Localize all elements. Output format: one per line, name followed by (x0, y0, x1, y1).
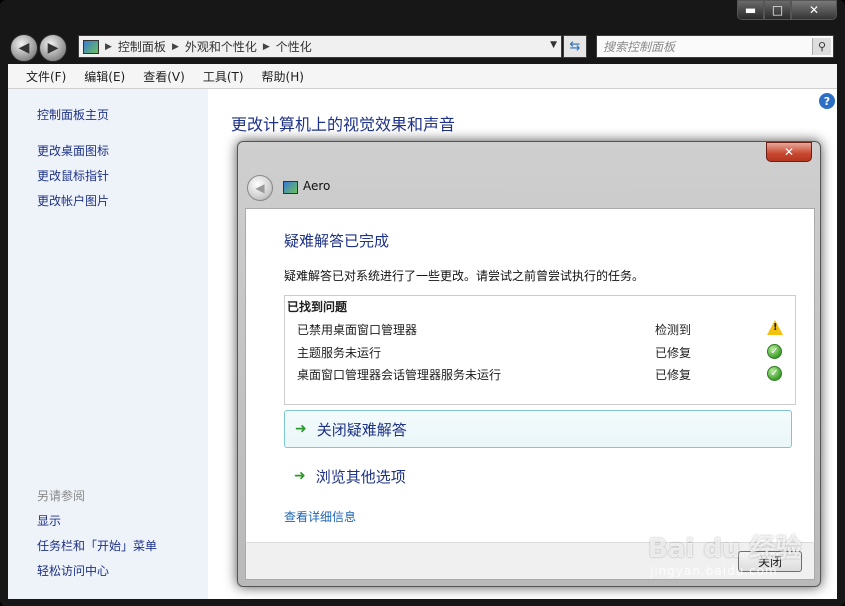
watermark-url: jingyan.baidu.com (650, 564, 778, 578)
sidebar-item-home[interactable]: 控制面板主页 (37, 106, 109, 123)
refresh-button[interactable]: ⇆ (563, 35, 587, 58)
page-title: 更改计算机上的视觉效果和声音 (231, 115, 456, 134)
minimize-button[interactable]: ▬ (737, 0, 764, 20)
refresh-icon: ⇆ (569, 39, 581, 54)
issue-status: 检测到 (655, 323, 692, 337)
view-details-link[interactable]: 查看详细信息 (284, 508, 356, 525)
explore-options-option[interactable]: ➜ 浏览其他选项 (284, 457, 792, 495)
issue-name: 已禁用桌面窗口管理器 (297, 323, 418, 337)
search-icon[interactable]: ⚲ (812, 38, 831, 55)
control-panel-window: ▬ □ ✕ ◀ ▶ ▶ 控制面板 ▶ 外观和个性化 ▶ 个性化 ▼ ⇆ 搜索控制… (0, 0, 845, 606)
sidebar-item-taskbar[interactable]: 任务栏和「开始」菜单 (37, 537, 157, 554)
forward-button[interactable]: ▶ (39, 34, 67, 62)
navigation-bar: ◀ ▶ ▶ 控制面板 ▶ 外观和个性化 ▶ 个性化 ▼ ⇆ 搜索控制面板 ⚲ (0, 30, 845, 62)
sidebar-item-display[interactable]: 显示 (37, 512, 61, 529)
option-label: 浏览其他选项 (315, 467, 406, 486)
dialog-title: Aero (303, 179, 331, 193)
dialog-description: 疑难解答已对系统进行了一些更改。请尝试之前曾尝试执行的任务。 (284, 269, 645, 283)
menu-file[interactable]: 文件(F) (26, 68, 66, 85)
sidebar-item-account-picture[interactable]: 更改帐户图片 (37, 192, 109, 209)
sidebar-item-ease-of-access[interactable]: 轻松访问中心 (37, 562, 109, 579)
arrow-left-icon: ◀ (18, 40, 30, 56)
green-arrow-icon: ➜ (295, 421, 307, 437)
help-icon[interactable]: ? (819, 93, 835, 109)
breadcrumb-separator-icon: ▶ (262, 41, 270, 52)
dialog-body: 疑难解答已完成 疑难解答已对系统进行了一些更改。请尝试之前曾尝试执行的任务。 已… (245, 208, 815, 544)
search-placeholder: 搜索控制面板 (603, 40, 676, 54)
issue-name: 桌面窗口管理器会话管理器服务未运行 (297, 368, 502, 382)
sidebar-item-mouse-pointers[interactable]: 更改鼠标指针 (37, 167, 109, 184)
menu-view[interactable]: 查看(V) (143, 68, 185, 85)
aero-app-icon (283, 181, 298, 194)
option-label: 关闭疑难解答 (316, 420, 407, 439)
dialog-heading: 疑难解答已完成 (284, 232, 390, 250)
warning-mark: ! (773, 322, 778, 333)
menu-bar: 文件(F) 编辑(E) 查看(V) 工具(T) 帮助(H) (8, 64, 837, 89)
address-bar[interactable]: ▶ 控制面板 ▶ 外观和个性化 ▶ 个性化 ▼ (78, 35, 562, 58)
breadcrumb-separator-icon: ▶ (171, 41, 179, 52)
dialog-back-button[interactable]: ◀ (247, 175, 273, 201)
maximize-button[interactable]: □ (764, 0, 791, 20)
breadcrumb-appearance[interactable]: 外观和个性化 (185, 38, 257, 55)
issues-header: 已找到问题 (287, 300, 348, 314)
breadcrumb-personalization[interactable]: 个性化 (276, 38, 312, 55)
menu-help[interactable]: 帮助(H) (262, 68, 304, 85)
issue-row: 主题服务未运行 已修复 ✓ (297, 344, 787, 364)
issue-status: 已修复 (655, 346, 692, 360)
menu-edit[interactable]: 编辑(E) (84, 68, 125, 85)
arrow-right-icon: ▶ (47, 40, 59, 56)
see-also-heading: 另请参阅 (37, 489, 86, 503)
search-input[interactable]: 搜索控制面板 ⚲ (596, 35, 834, 58)
menu-tools[interactable]: 工具(T) (203, 68, 244, 85)
breadcrumb-separator-icon: ▶ (105, 41, 112, 52)
close-window-button[interactable]: ✕ (791, 0, 837, 20)
dialog-close-icon[interactable]: ✕ (766, 142, 812, 162)
issue-row: 已禁用桌面窗口管理器 检测到 ! (297, 320, 787, 341)
control-panel-icon (83, 39, 99, 54)
green-arrow-icon: ➜ (294, 468, 306, 484)
close-troubleshooter-option[interactable]: ➜ 关闭疑难解答 (284, 410, 792, 448)
troubleshooter-dialog: ✕ ◀ Aero 疑难解答已完成 疑难解答已对系统进行了一些更改。请尝试之前曾尝… (237, 141, 821, 587)
watermark-logo: Bai du 经验 (648, 534, 802, 564)
arrow-left-icon: ◀ (255, 181, 265, 195)
sidebar-item-desktop-icons[interactable]: 更改桌面图标 (37, 142, 109, 159)
left-pane: 控制面板主页 更改桌面图标 更改鼠标指针 更改帐户图片 另请参阅 显示 任务栏和… (8, 89, 208, 599)
back-button[interactable]: ◀ (10, 34, 38, 62)
issue-status: 已修复 (655, 368, 692, 382)
issues-panel: 已找到问题 已禁用桌面窗口管理器 检测到 ! 主题服务未运行 已修复 ✓ 桌面窗… (284, 295, 796, 405)
issue-row: 桌面窗口管理器会话管理器服务未运行 已修复 ✓ (297, 366, 787, 386)
check-icon: ✓ (767, 344, 782, 359)
issue-name: 主题服务未运行 (297, 346, 382, 360)
breadcrumb-control-panel[interactable]: 控制面板 (118, 38, 166, 55)
check-icon: ✓ (767, 366, 782, 381)
chevron-down-icon[interactable]: ▼ (550, 40, 557, 50)
caption-buttons: ▬ □ ✕ (737, 0, 837, 20)
